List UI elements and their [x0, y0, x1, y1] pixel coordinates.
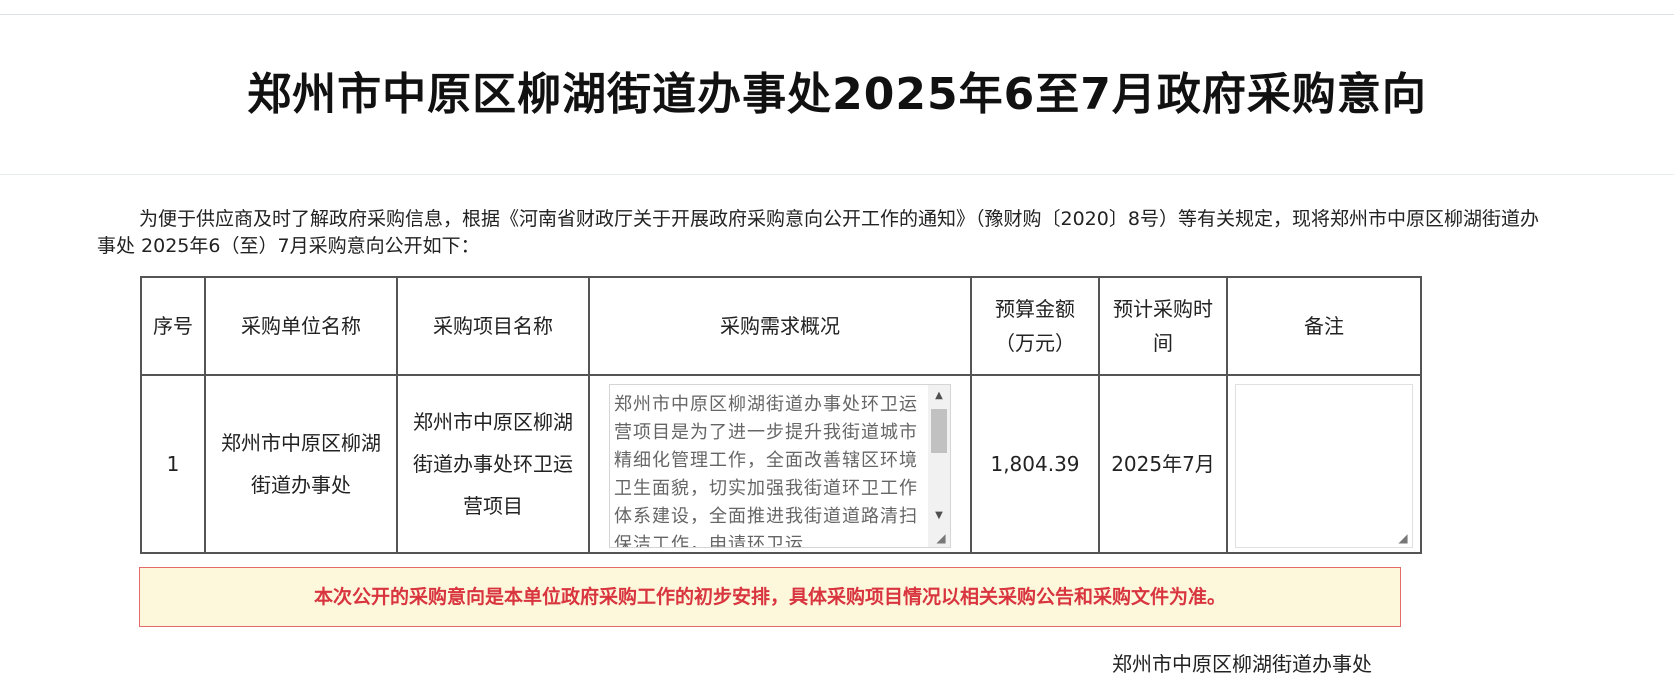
signature-unit: 郑州市中原区柳湖街道办事处 [1112, 652, 1372, 676]
cell-unit: 郑州市中原区柳湖街道办事处 [204, 374, 398, 554]
header-note: 备注 [1226, 276, 1422, 376]
cell-project: 郑州市中原区柳湖街道办事处环卫运营项目 [396, 374, 590, 554]
scroll-thumb[interactable] [931, 409, 947, 453]
resize-grip-icon[interactable]: ◢ [1396, 531, 1410, 545]
header-unit: 采购单位名称 [204, 276, 398, 376]
header-project: 采购项目名称 [396, 276, 590, 376]
note-textarea[interactable]: ◢ [1235, 384, 1413, 548]
header-no: 序号 [140, 276, 206, 376]
cell-budget: 1,804.39 [970, 374, 1100, 554]
procurement-table: 序号 采购单位名称 采购项目名称 采购需求概况 预算金额（万元） 预计采购时间 … [140, 276, 1422, 554]
header-budget: 预算金额（万元） [970, 276, 1100, 376]
intro-paragraph: 为便于供应商及时了解政府采购信息，根据《河南省财政厅关于开展政府采购意向公开工作… [97, 208, 1539, 257]
header-description: 采购需求概况 [588, 276, 972, 376]
description-text: 郑州市中原区柳湖街道办事处环卫运营项目是为了进一步提升我街道城市精细化管理工作，… [614, 394, 918, 548]
procurement-table-wrapper: 序号 采购单位名称 采购项目名称 采购需求概况 预算金额（万元） 预计采购时间 … [140, 276, 1422, 554]
resize-grip-icon[interactable]: ◢ [934, 531, 948, 545]
header-time: 预计采购时间 [1098, 276, 1228, 376]
cell-no: 1 [140, 374, 206, 554]
description-textarea[interactable]: 郑州市中原区柳湖街道办事处环卫运营项目是为了进一步提升我街道城市精细化管理工作，… [609, 384, 951, 548]
page-title: 郑州市中原区柳湖街道办事处2025年6至7月政府采购意向 [247, 69, 1427, 120]
description-scrollbar[interactable]: ▲ ▼ [928, 385, 950, 547]
cell-note: ◢ [1226, 374, 1422, 554]
title-divider [0, 174, 1674, 175]
top-divider [0, 14, 1674, 15]
cell-description: 郑州市中原区柳湖街道办事处环卫运营项目是为了进一步提升我街道城市精细化管理工作，… [588, 374, 972, 554]
cell-time: 2025年7月 [1098, 374, 1228, 554]
scroll-down-arrow-icon[interactable]: ▼ [928, 507, 950, 525]
scroll-up-arrow-icon[interactable]: ▲ [928, 387, 950, 405]
table-row: 1 郑州市中原区柳湖街道办事处 郑州市中原区柳湖街道办事处环卫运营项目 郑州市中… [140, 374, 1422, 554]
notice-banner: 本次公开的采购意向是本单位政府采购工作的初步安排，具体采购项目情况以相关采购公告… [139, 567, 1401, 627]
table-header-row: 序号 采购单位名称 采购项目名称 采购需求概况 预算金额（万元） 预计采购时间 … [140, 276, 1422, 376]
